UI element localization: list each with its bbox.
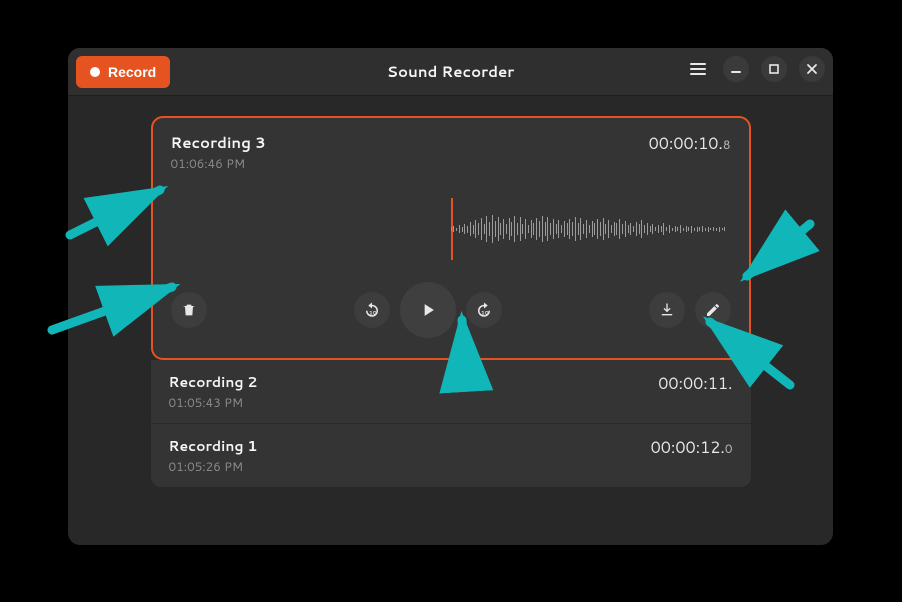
recording-duration: 00:00:11. bbox=[658, 372, 732, 395]
record-label: Record bbox=[108, 64, 156, 80]
record-button[interactable]: Record bbox=[76, 56, 170, 88]
play-icon bbox=[418, 300, 438, 320]
export-icon bbox=[659, 302, 675, 318]
app-title: Sound Recorder bbox=[387, 61, 514, 82]
trash-icon bbox=[181, 302, 197, 318]
svg-text:10: 10 bbox=[481, 309, 489, 317]
recording-header: Recording 3 01:06:46 PM 00:00:10.8 bbox=[171, 132, 731, 172]
recording-timestamp: 01:06:46 PM bbox=[171, 155, 266, 172]
playback-controls: 10 10 bbox=[171, 282, 731, 338]
title-bar: Record Sound Recorder bbox=[68, 48, 833, 96]
close-button[interactable] bbox=[799, 56, 825, 82]
forward-10-button[interactable]: 10 bbox=[466, 292, 502, 328]
minimize-button[interactable] bbox=[723, 56, 749, 82]
replay-10-icon: 10 bbox=[363, 301, 381, 319]
waveform-bars bbox=[451, 200, 725, 258]
recording-card-expanded[interactable]: Recording 3 01:06:46 PM 00:00:10.8 bbox=[151, 116, 751, 360]
window-controls bbox=[685, 56, 825, 82]
recording-duration: 00:00:12.0 bbox=[651, 436, 733, 459]
replay-10-button[interactable]: 10 bbox=[354, 292, 390, 328]
recording-timestamp: 01:05:26 PM bbox=[169, 458, 258, 475]
recording-timestamp: 01:05:43 PM bbox=[169, 394, 258, 411]
rename-icon bbox=[705, 302, 721, 318]
recording-row[interactable]: Recording 1 01:05:26 PM 00:00:12.0 bbox=[151, 424, 751, 487]
maximize-button[interactable] bbox=[761, 56, 787, 82]
recordings-body: Recording 3 01:06:46 PM 00:00:10.8 bbox=[151, 116, 751, 487]
recording-duration: 00:00:10.8 bbox=[649, 132, 731, 155]
svg-text:10: 10 bbox=[369, 309, 377, 317]
recording-title: Recording 3 bbox=[171, 132, 266, 153]
forward-10-icon: 10 bbox=[475, 301, 493, 319]
export-button[interactable] bbox=[649, 292, 685, 328]
recording-title: Recording 1 bbox=[169, 436, 258, 456]
delete-button[interactable] bbox=[171, 292, 207, 328]
rename-button[interactable] bbox=[695, 292, 731, 328]
recording-row[interactable]: Recording 2 01:05:43 PM 00:00:11. bbox=[151, 360, 751, 423]
recordings-list: Recording 2 01:05:43 PM 00:00:11. Record… bbox=[151, 360, 751, 487]
record-icon bbox=[90, 67, 100, 77]
waveform[interactable] bbox=[171, 200, 731, 258]
recording-title: Recording 2 bbox=[169, 372, 258, 392]
app-window: Record Sound Recorder Recording 3 01:06:… bbox=[68, 48, 833, 545]
hamburger-menu-icon[interactable] bbox=[685, 56, 711, 82]
play-button[interactable] bbox=[400, 282, 456, 338]
